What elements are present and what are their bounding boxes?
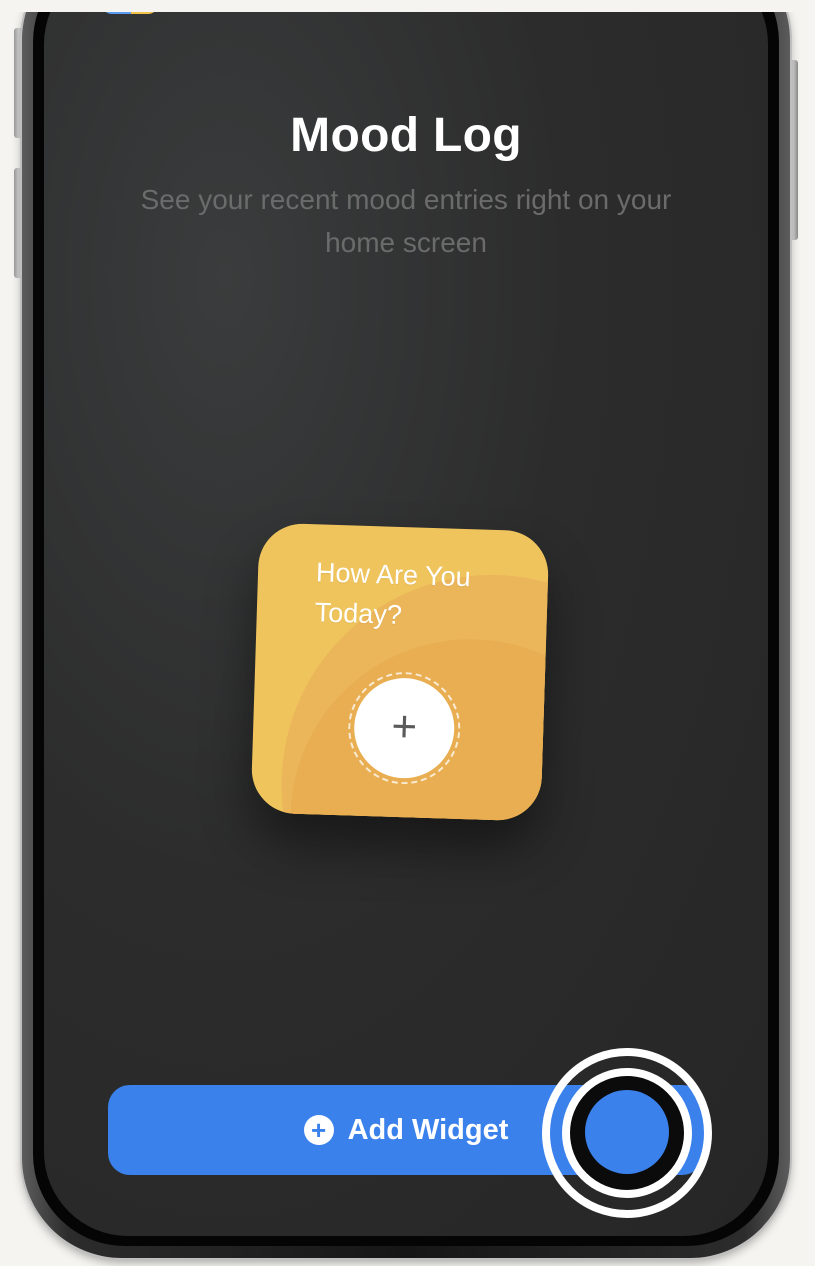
screenshot-root: Mood Log See your recent mood entries ri… — [0, 0, 815, 1266]
page-title: Mood Log — [290, 109, 522, 162]
top-crop-edge — [0, 0, 815, 12]
add-widget-label: Add Widget — [347, 1113, 509, 1146]
widget-prompt-label: How Are You Today? — [314, 557, 472, 631]
plus-circle-icon: + — [303, 1115, 334, 1145]
tap-indicator-dot — [585, 1090, 669, 1174]
phone-screen: Mood Log See your recent mood entries ri… — [44, 0, 768, 1236]
page-subtitle: See your recent mood entries right on yo… — [140, 184, 672, 258]
mood-widget-preview[interactable]: How Are You Today? + — [250, 522, 550, 822]
